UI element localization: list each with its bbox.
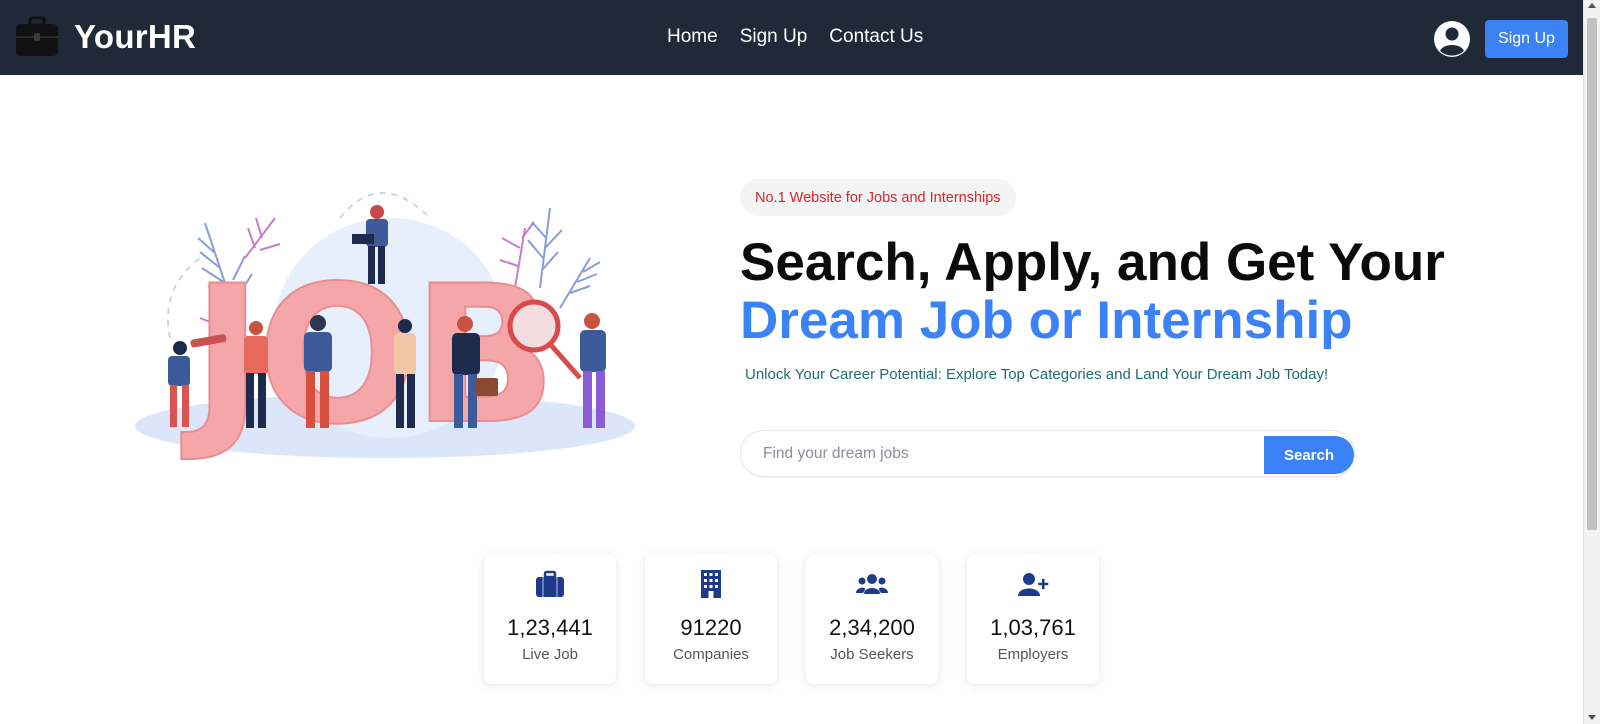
stat-value: 1,23,441 [507,615,593,640]
stat-card-employers: 1,03,761 Employers [967,554,1099,684]
scroll-down-arrow-icon[interactable] [1588,715,1596,720]
stat-value: 1,03,761 [990,615,1076,640]
stat-label: Companies [673,646,749,663]
stat-card-companies: 91220 Companies [645,554,777,684]
nav-home-link[interactable]: Home [667,26,718,48]
search-button[interactable]: Search [1264,436,1354,474]
brand-name: YourHR [74,18,197,55]
stat-label: Job Seekers [830,646,914,663]
stat-card-job-seekers: 2,34,200 Job Seekers [806,554,938,684]
search-bar: Search [740,430,1355,477]
headline-line1: Search, Apply, and Get Your [740,233,1445,292]
nav-signup-link[interactable]: Sign Up [740,26,808,48]
nav-links: Home Sign Up Contact Us [667,26,923,48]
search-input[interactable] [763,441,1243,467]
page: YourHR Home Sign Up Contact Us Sign Up J… [0,0,1600,724]
briefcase-logo-icon [16,16,58,56]
nav-contact-link[interactable]: Contact Us [829,26,923,48]
signup-button[interactable]: Sign Up [1485,20,1568,58]
stat-label: Employers [997,646,1069,663]
users-icon [856,574,888,594]
scroll-up-arrow-icon[interactable] [1588,3,1596,8]
page-scrollbar[interactable] [1583,0,1600,724]
stat-label: Live Job [522,646,578,663]
user-avatar-icon[interactable] [1433,20,1471,58]
tagline-badge: No.1 Website for Jobs and Internships [740,179,1016,216]
building-icon [701,570,721,598]
navbar: YourHR Home Sign Up Contact Us Sign Up [0,0,1583,75]
briefcase-icon [536,570,564,597]
brand[interactable]: YourHR [14,14,196,60]
scroll-thumb[interactable] [1587,18,1597,530]
hero-subtext: Unlock Your Career Potential: Explore To… [745,366,1329,383]
headline-line2: Dream Job or Internship [740,291,1353,350]
stat-card-live-job: 1,23,441 Live Job [484,554,616,684]
hero-illustration: JOB [135,192,635,467]
stat-value: 91220 [680,615,742,640]
user-plus-icon [1018,573,1049,596]
tagline-text: No.1 Website for Jobs and Internships [755,189,1001,206]
job-letters: JOB [181,245,551,466]
hero-headline: Search, Apply, and Get Your Dream Job or… [740,234,1445,350]
stat-value: 2,34,200 [829,615,915,640]
